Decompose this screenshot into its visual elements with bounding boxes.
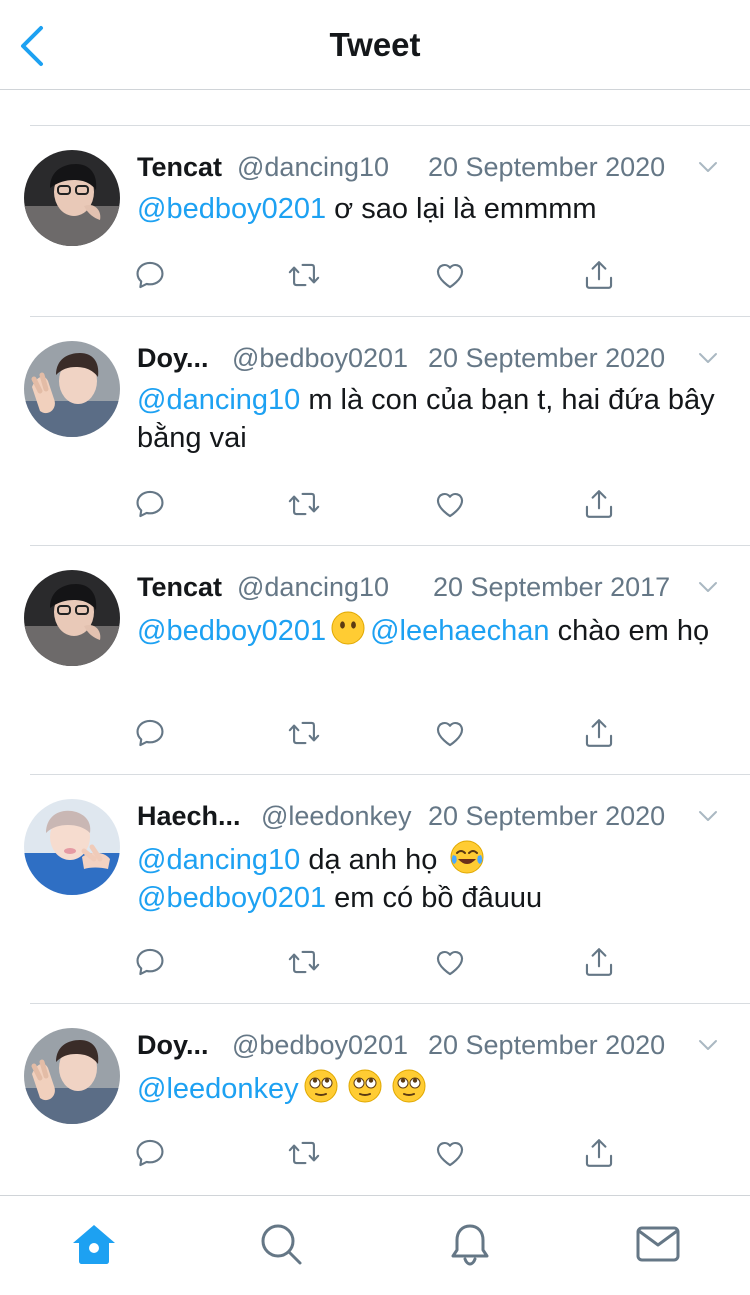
mention-link[interactable]: @leehaechan [370, 615, 549, 647]
tab-notifications[interactable] [446, 1220, 494, 1268]
tweet-actions [0, 258, 750, 298]
reply-icon[interactable] [133, 258, 167, 292]
divider [30, 545, 750, 546]
user-handle[interactable]: @bedboy0201 [232, 1028, 408, 1062]
tweet-header: Tencat @dancing10 20 September 2020 [137, 150, 750, 184]
rolling-eyes-emoji [391, 1068, 427, 1104]
user-handle[interactable]: @dancing10 [237, 150, 389, 184]
like-icon[interactable] [433, 487, 467, 521]
avatar[interactable] [24, 341, 120, 437]
mention-link[interactable]: @bedboy0201 [137, 193, 326, 225]
tweet-date: 20 September 2020 [428, 343, 666, 373]
retweet-icon[interactable] [287, 716, 321, 750]
user-name[interactable]: Haech... [137, 799, 241, 833]
tweet-date: 20 September 2017 [433, 572, 671, 602]
page-title: Tweet [329, 26, 421, 63]
tweet-text-segment: em có bồ đâuuu [326, 882, 543, 914]
reply-icon[interactable] [133, 487, 167, 521]
share-icon[interactable] [582, 1136, 616, 1170]
mention-link[interactable]: @leedonkey [137, 1073, 299, 1105]
chevron-down-icon[interactable] [693, 1032, 723, 1058]
user-handle[interactable]: @leedonkey [261, 799, 412, 833]
retweet-icon[interactable] [287, 258, 321, 292]
divider [30, 774, 750, 775]
tweet-text: @bedboy0201 @leehaechan chào em họ [137, 610, 727, 650]
tweet-date: 20 September 2020 [428, 152, 666, 182]
tweet-actions [0, 945, 750, 985]
tweet-text: @dancing10 m là con của bạn t, hai đứa b… [137, 381, 727, 457]
retweet-icon[interactable] [287, 1136, 321, 1170]
like-icon[interactable] [433, 1136, 467, 1170]
like-icon[interactable] [433, 258, 467, 292]
tweet-date: 20 September 2020 [428, 1030, 666, 1060]
mention-link[interactable]: @bedboy0201 [137, 615, 326, 647]
chevron-down-icon[interactable] [693, 803, 723, 829]
user-name[interactable]: Doy... [137, 341, 209, 375]
messages-icon [636, 1226, 680, 1262]
user-name[interactable]: Tencat [137, 570, 222, 604]
home-icon [73, 1225, 115, 1264]
share-icon[interactable] [582, 945, 616, 979]
chevron-down-icon[interactable] [693, 574, 723, 600]
tweet-header: Doy... @bedboy0201 20 September 2020 [137, 1028, 750, 1062]
tweet-actions [0, 487, 750, 527]
share-icon[interactable] [582, 487, 616, 521]
tab-home[interactable] [70, 1220, 118, 1268]
divider [30, 1003, 750, 1004]
mention-link[interactable]: @dancing10 [137, 844, 300, 876]
divider [30, 316, 750, 317]
top-nav-bar: Tweet [0, 0, 750, 90]
reply-icon[interactable] [133, 945, 167, 979]
tweet-actions [0, 1136, 750, 1176]
user-handle[interactable]: @dancing10 [237, 570, 389, 604]
retweet-icon[interactable] [287, 945, 321, 979]
tab-messages[interactable] [634, 1220, 682, 1268]
avatar[interactable] [24, 1028, 120, 1124]
avatar[interactable] [24, 150, 120, 246]
tweet-text: @dancing10 dạ anh họ @bedboy0201 em có b… [137, 839, 727, 917]
search-icon [261, 1224, 302, 1265]
like-icon[interactable] [433, 945, 467, 979]
tweet-actions [0, 716, 750, 756]
tweet-feed: Tencat @dancing10 20 September 2020 @bed… [0, 90, 750, 1195]
notifications-icon [451, 1224, 489, 1266]
user-handle[interactable]: @bedboy0201 [232, 341, 408, 375]
tweet-text-segment: ơ sao lại là emmmm [326, 193, 597, 225]
bottom-tab-bar [0, 1195, 750, 1295]
tweet-text-segment: dạ anh họ [300, 844, 446, 876]
tweet-text: @bedboy0201 ơ sao lại là emmmm [137, 190, 727, 228]
tweet-header: Tencat @dancing10 20 September 2017 [137, 570, 750, 604]
tweet-text: @leedonkey [137, 1068, 727, 1108]
tweet-header: Doy... @bedboy0201 20 September 2020 [137, 341, 750, 375]
share-icon[interactable] [582, 716, 616, 750]
user-name[interactable]: Tencat [137, 150, 222, 184]
chevron-down-icon[interactable] [693, 345, 723, 371]
mention-link[interactable]: @bedboy0201 [137, 882, 326, 914]
rolling-eyes-emoji [347, 1068, 383, 1104]
mention-link[interactable]: @dancing10 [137, 384, 300, 416]
face-without-mouth-emoji [330, 610, 366, 646]
tweet-date: 20 September 2020 [428, 801, 666, 831]
chevron-down-icon[interactable] [693, 154, 723, 180]
avatar[interactable] [24, 570, 120, 666]
tweet-text-segment: chào em họ [549, 615, 710, 647]
rolling-eyes-emoji [303, 1068, 339, 1104]
reply-icon[interactable] [133, 716, 167, 750]
reply-icon[interactable] [133, 1136, 167, 1170]
tweet-header: Haech... @leedonkey 20 September 2020 [137, 799, 750, 833]
tears-of-joy-emoji [449, 839, 485, 875]
avatar[interactable] [24, 799, 120, 895]
tab-search[interactable] [257, 1220, 305, 1268]
retweet-icon[interactable] [287, 487, 321, 521]
user-name[interactable]: Doy... [137, 1028, 209, 1062]
share-icon[interactable] [582, 258, 616, 292]
like-icon[interactable] [433, 716, 467, 750]
divider [30, 125, 750, 126]
